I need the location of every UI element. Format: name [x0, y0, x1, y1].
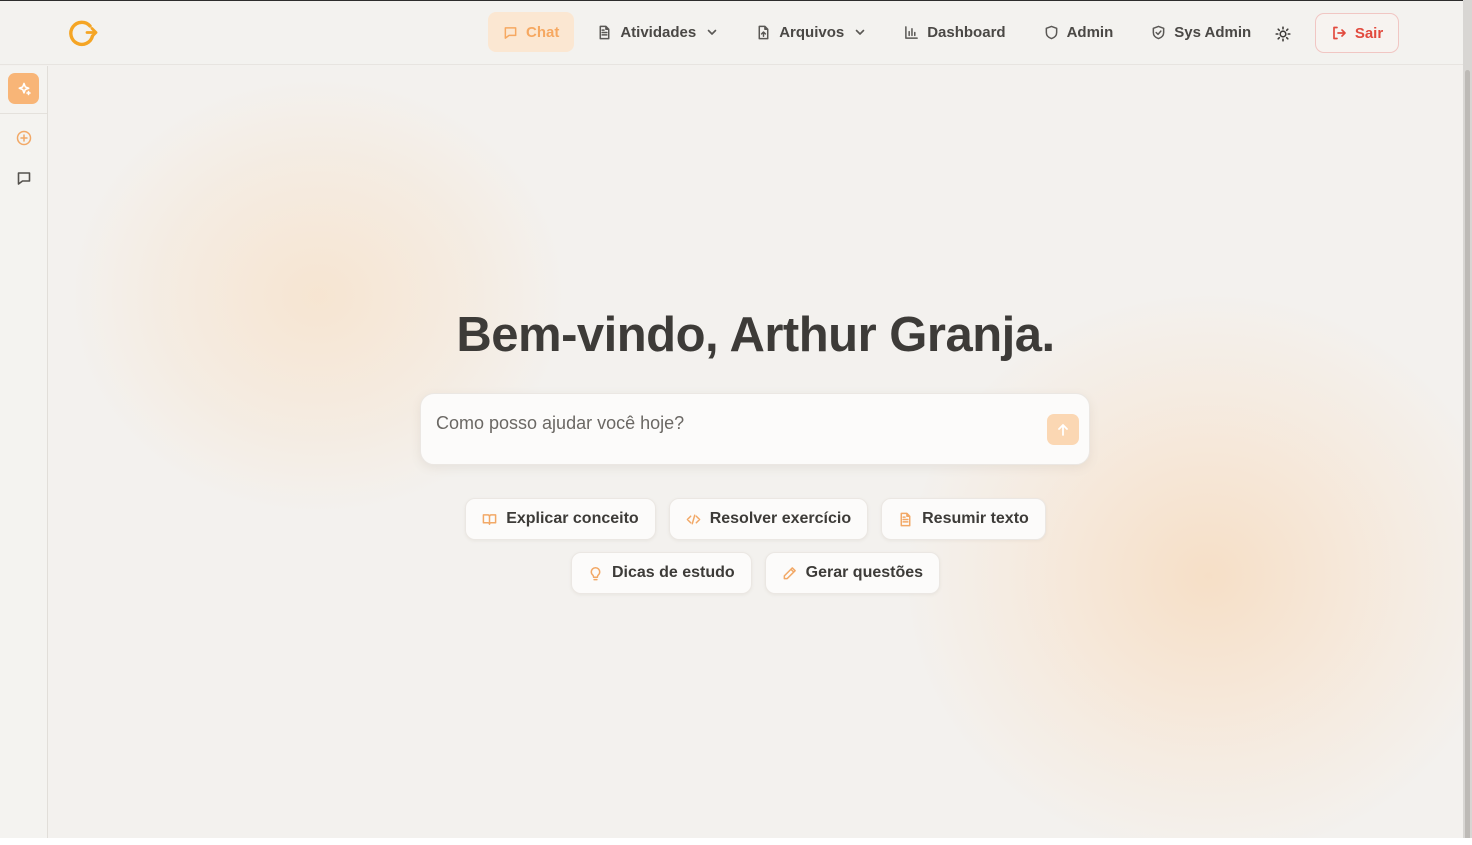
scrollbar[interactable]	[1463, 0, 1472, 845]
suggestion-label: Resolver exercício	[709, 510, 852, 527]
suggestion-resolver-exercicio[interactable]: Resolver exercício	[668, 498, 869, 540]
sparkles-icon	[18, 82, 31, 95]
file-upload-icon	[758, 25, 769, 39]
arrow-up-icon	[1058, 423, 1068, 436]
main-content: Bem-vindo, Arthur Granja. Explicar conce…	[48, 66, 1463, 839]
welcome-heading: Bem-vindo, Arthur Granja.	[456, 308, 1055, 362]
nav-dashboard-label: Dashboard	[927, 23, 1006, 41]
suggestion-label: Gerar questões	[805, 564, 924, 581]
plus-circle-icon	[16, 130, 32, 146]
nav-chat-label: Chat	[526, 23, 560, 41]
nav-sys-admin[interactable]: Sys Admin	[1136, 12, 1266, 52]
top-navbar: Chat Atividades Arquivos Dashboard Admin…	[0, 1, 1463, 65]
nav-admin-label: Admin	[1066, 23, 1114, 41]
ai-assistant-button[interactable]	[8, 73, 39, 104]
nav-atividades-label: Atividades	[620, 23, 697, 41]
nav-sys-admin-label: Sys Admin	[1174, 23, 1252, 41]
chat-history-button[interactable]	[16, 170, 32, 186]
code-icon	[686, 514, 701, 524]
suggestion-resumir-texto[interactable]: Resumir texto	[881, 498, 1046, 540]
sidebar	[0, 66, 48, 839]
nav-chat[interactable]: Chat	[488, 12, 575, 52]
main-nav: Chat Atividades Arquivos Dashboard Admin…	[488, 12, 1266, 52]
document-icon	[599, 25, 610, 39]
suggestion-label: Resumir texto	[922, 510, 1029, 527]
app-logo-icon[interactable]	[66, 18, 100, 48]
logout-icon	[1332, 26, 1346, 40]
message-icon	[504, 26, 517, 39]
suggestions-row: Explicar conceito Resolver exercício Res…	[48, 498, 1463, 540]
suggestion-dicas-de-estudo[interactable]: Dicas de estudo	[570, 552, 752, 594]
lightbulb-icon	[590, 566, 601, 580]
file-text-icon	[900, 512, 911, 526]
bottom-edge	[0, 838, 1472, 845]
book-open-icon	[482, 513, 497, 525]
suggestion-label: Dicas de estudo	[611, 564, 735, 581]
message-icon	[17, 172, 31, 185]
pencil-icon	[783, 566, 796, 579]
nav-admin[interactable]: Admin	[1029, 12, 1129, 52]
suggestion-explicar-conceito[interactable]: Explicar conceito	[465, 498, 656, 540]
new-chat-button[interactable]	[15, 129, 33, 147]
theme-toggle-button[interactable]	[1270, 21, 1296, 47]
suggestions-row: Dicas de estudo Gerar questões	[48, 552, 1463, 594]
send-button[interactable]	[1047, 414, 1079, 445]
nav-dashboard[interactable]: Dashboard	[889, 12, 1020, 52]
suggestion-label: Explicar conceito	[506, 510, 639, 527]
sidebar-divider	[0, 113, 47, 114]
nav-atividades[interactable]: Atividades	[582, 12, 733, 52]
shield-icon	[1045, 25, 1057, 39]
scrollbar-thumb[interactable]	[1465, 70, 1470, 840]
nav-arquivos-label: Arquivos	[779, 23, 845, 41]
suggestion-gerar-questoes[interactable]: Gerar questões	[764, 552, 941, 594]
chat-input-box	[420, 393, 1090, 465]
nav-arquivos[interactable]: Arquivos	[741, 12, 881, 52]
sun-icon	[1275, 26, 1291, 42]
chevron-down-icon	[707, 29, 717, 35]
chat-input[interactable]	[436, 408, 1026, 438]
shield-check-icon	[1152, 25, 1165, 39]
chevron-down-icon	[855, 29, 865, 35]
logout-label: Sair	[1354, 24, 1384, 42]
bar-chart-icon	[905, 25, 919, 39]
logout-button[interactable]: Sair	[1315, 13, 1399, 53]
